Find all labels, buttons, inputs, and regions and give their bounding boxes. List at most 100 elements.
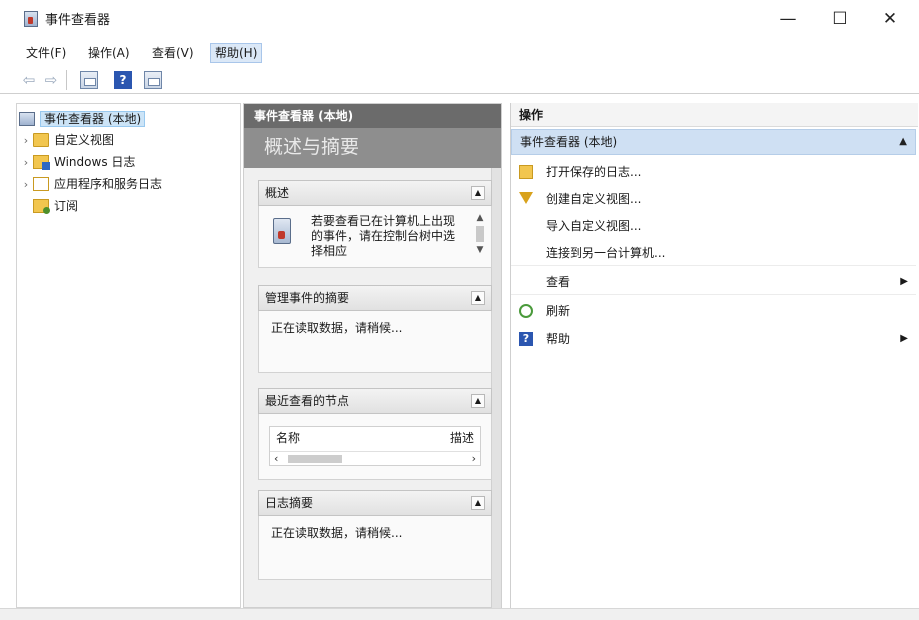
toolbar-separator xyxy=(66,70,67,90)
column-header-name[interactable]: 名称 xyxy=(276,429,300,447)
section-body: 正在读取数据，请稍候... xyxy=(258,516,492,580)
tree-item-label: 订阅 xyxy=(54,199,79,213)
menu-file[interactable]: 文件(F) xyxy=(22,43,70,63)
section-body: 正在读取数据，请稍候... xyxy=(258,311,492,373)
action-label: 刷新 xyxy=(546,304,571,318)
vertical-scrollbar[interactable]: ▲ ▼ xyxy=(473,212,487,260)
subscription-icon xyxy=(33,198,50,214)
section-title: 概述 xyxy=(265,186,290,200)
section-header[interactable]: 概述 ▲ xyxy=(258,180,492,206)
window-title: 事件查看器 xyxy=(45,13,111,28)
action-connect-computer[interactable]: 连接到另一台计算机... xyxy=(511,240,916,266)
actions-pane: 操作 事件查看器 (本地) ▲ 打开保存的日志... 创建自定义视图... 导入… xyxy=(510,103,918,608)
tree-item-label: Windows 日志 xyxy=(54,155,136,169)
section-header[interactable]: 管理事件的摘要 ▲ xyxy=(258,285,492,311)
close-button[interactable]: ✕ xyxy=(870,6,910,32)
maximize-button[interactable]: ☐ xyxy=(820,6,860,32)
action-label: 连接到另一台计算机... xyxy=(546,246,666,260)
section-admin-events: 管理事件的摘要 ▲ 正在读取数据，请稍候... xyxy=(258,285,492,373)
open-folder-icon xyxy=(519,165,533,179)
action-label: 导入自定义视图... xyxy=(546,219,642,233)
section-body: 若要查看已在计算机上出现的事件，请在控制台树中选择相应 ▲ ▼ xyxy=(258,206,492,268)
tree-item-app-service-logs[interactable]: › 应用程序和服务日志 xyxy=(19,173,162,195)
scroll-right-icon[interactable]: › xyxy=(472,452,476,465)
tree-item-label: 应用程序和服务日志 xyxy=(54,177,163,191)
back-arrow-icon[interactable]: ⇦ xyxy=(20,71,38,89)
help-icon: ? xyxy=(519,332,533,346)
section-log-summary: 日志摘要 ▲ 正在读取数据，请稍候... xyxy=(258,490,492,580)
folder-icon xyxy=(33,176,49,191)
refresh-icon xyxy=(519,304,533,318)
title-bar: 事件查看器 — ☐ ✕ xyxy=(0,0,919,38)
section-overview: 概述 ▲ 若要查看已在计算机上出现的事件，请在控制台树中选择相应 ▲ ▼ xyxy=(258,180,492,268)
folder-icon xyxy=(33,132,49,147)
section-recent-nodes: 最近查看的节点 ▲ 名称 描述 ‹ › xyxy=(258,388,492,480)
windows-logs-icon xyxy=(33,154,50,170)
action-import-custom-view[interactable]: 导入自定义视图... xyxy=(511,213,916,239)
section-title: 日志摘要 xyxy=(265,496,314,510)
collapse-icon[interactable]: ▲ xyxy=(899,130,907,154)
section-title: 最近查看的节点 xyxy=(265,394,350,408)
section-header[interactable]: 日志摘要 ▲ xyxy=(258,490,492,516)
tree-item-custom-views[interactable]: › 自定义视图 xyxy=(19,129,114,151)
recent-nodes-list[interactable]: 名称 描述 ‹ › xyxy=(269,426,481,466)
tree-item-label: 自定义视图 xyxy=(54,133,115,147)
chevron-right-icon[interactable]: › xyxy=(19,174,33,196)
action-open-saved-log[interactable]: 打开保存的日志... xyxy=(511,159,916,185)
section-body: 名称 描述 ‹ › xyxy=(258,414,492,480)
event-viewer-app-icon xyxy=(24,11,38,27)
submenu-arrow-icon: ▶ xyxy=(900,276,908,287)
action-label: 创建自定义视图... xyxy=(546,192,642,206)
scroll-left-icon[interactable]: ‹ xyxy=(274,452,278,465)
menu-action[interactable]: 操作(A) xyxy=(84,43,134,63)
scroll-up-icon[interactable]: ▲ xyxy=(473,212,487,224)
overview-pane: 事件查看器 (本地) 概述与摘要 概述 ▲ 若要查看已在计算机上出现的事件，请在… xyxy=(243,103,502,608)
show-hide-action-pane-icon[interactable] xyxy=(144,71,162,89)
action-view[interactable]: 查看 ▶ xyxy=(511,269,916,295)
event-viewer-icon xyxy=(19,111,35,126)
event-viewer-icon xyxy=(273,218,291,244)
overview-scrollbar[interactable] xyxy=(491,168,501,608)
loading-text: 正在读取数据，请稍候... xyxy=(271,526,403,540)
scroll-down-icon[interactable]: ▼ xyxy=(473,244,487,256)
status-bar xyxy=(0,608,919,620)
tree-item-label: 事件查看器 (本地) xyxy=(40,111,146,127)
collapse-icon[interactable]: ▲ xyxy=(471,186,485,200)
tree-item-subscriptions[interactable]: 订阅 xyxy=(33,195,78,217)
action-help[interactable]: ? 帮助 ▶ xyxy=(511,326,916,352)
collapse-icon[interactable]: ▲ xyxy=(471,291,485,305)
minimize-button[interactable]: — xyxy=(768,6,808,32)
actions-group-event-viewer[interactable]: 事件查看器 (本地) ▲ xyxy=(511,129,916,155)
section-header[interactable]: 最近查看的节点 ▲ xyxy=(258,388,492,414)
action-create-custom-view[interactable]: 创建自定义视图... xyxy=(511,186,916,212)
column-header-description[interactable]: 描述 xyxy=(450,429,474,447)
action-label: 打开保存的日志... xyxy=(546,165,642,179)
actions-group-label: 事件查看器 (本地) xyxy=(520,135,618,149)
toolbar: ⇦ ⇨ ? xyxy=(0,66,919,94)
show-hide-tree-icon[interactable] xyxy=(80,71,98,89)
submenu-arrow-icon: ▶ xyxy=(900,333,908,344)
tree-item-windows-logs[interactable]: › Windows 日志 xyxy=(19,151,135,173)
menu-help[interactable]: 帮助(H) xyxy=(210,43,263,63)
collapse-icon[interactable]: ▲ xyxy=(471,496,485,510)
console-tree: 事件查看器 (本地) › 自定义视图 › Windows 日志 › 应用程序和服务日志… xyxy=(16,103,241,608)
collapse-icon[interactable]: ▲ xyxy=(471,394,485,408)
chevron-right-icon[interactable]: › xyxy=(19,130,33,152)
overview-banner: 概述与摘要 xyxy=(244,128,501,168)
scroll-thumb[interactable] xyxy=(476,226,484,242)
overview-pane-header: 事件查看器 (本地) xyxy=(244,104,501,128)
action-refresh[interactable]: 刷新 xyxy=(511,298,916,324)
tree-item-event-viewer-local[interactable]: 事件查看器 (本地) xyxy=(19,108,146,130)
overview-text: 若要查看已在计算机上出现的事件，请在控制台树中选择相应 xyxy=(311,214,456,258)
menu-view[interactable]: 查看(V) xyxy=(148,43,198,63)
section-title: 管理事件的摘要 xyxy=(265,291,350,305)
action-label: 查看 xyxy=(546,275,571,289)
action-label: 帮助 xyxy=(546,332,571,346)
actions-header: 操作 xyxy=(511,103,918,127)
horizontal-scrollbar[interactable]: ‹ › xyxy=(270,451,480,465)
loading-text: 正在读取数据，请稍候... xyxy=(271,321,403,335)
help-icon[interactable]: ? xyxy=(114,71,132,89)
chevron-right-icon[interactable]: › xyxy=(19,152,33,174)
scroll-thumb[interactable] xyxy=(288,455,342,463)
forward-arrow-icon[interactable]: ⇨ xyxy=(42,71,60,89)
